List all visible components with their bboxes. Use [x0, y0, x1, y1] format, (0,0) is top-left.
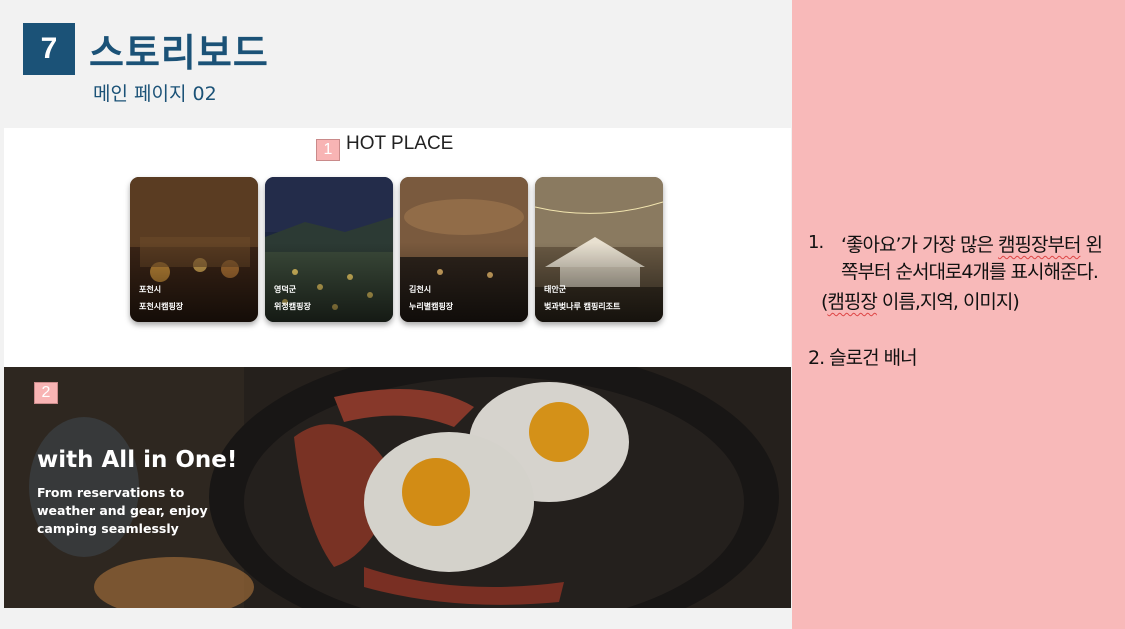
note-text-part: ‘좋아요’가 가장 많은	[841, 234, 999, 256]
camp-card[interactable]: 김천시 누리별캠핑장	[400, 177, 528, 322]
card-region: 영덕군	[274, 285, 297, 294]
note-item-1: 1. ‘좋아요’가 가장 많은 캠핑장부터 왼쪽부터 순서대로4개를 표시해준다…	[808, 232, 1118, 286]
page-title: 스토리보드	[89, 31, 269, 75]
marker-1: 1	[316, 139, 340, 161]
storyboard-content: 1 HOT PLACE 포천시 포천시캠핑장 영덕군 위정캠핑장 김천시 누리별…	[4, 128, 791, 608]
slide-number: 7	[23, 23, 75, 75]
card-region: 김천시	[409, 285, 432, 294]
card-region: 포천시	[139, 285, 162, 294]
page-subtitle: 메인 페이지 02	[93, 83, 217, 105]
slogan-title: with All in One!	[37, 447, 238, 473]
note-text-squiggle: 캠핑장부터	[998, 234, 1081, 256]
note-text-part: 이름,지역, 이미지)	[876, 291, 1020, 313]
marker-2: 2	[34, 382, 58, 404]
hot-place-cards: 포천시 포천시캠핑장 영덕군 위정캠핑장 김천시 누리별캠핑장 태안군 벚과벚나…	[130, 177, 663, 322]
hot-place-title: HOT PLACE	[346, 133, 454, 154]
slogan-text: From reservations to weather and gear, e…	[37, 485, 208, 536]
card-region: 태안군	[544, 285, 567, 294]
slogan-banner: 2 with All in One! From reservations to …	[4, 367, 791, 608]
card-name: 누리별캠핑장	[409, 302, 454, 311]
card-name: 포천시캠핑장	[139, 302, 184, 311]
camp-card[interactable]: 영덕군 위정캠핑장	[265, 177, 393, 322]
card-name: 위정캠핑장	[274, 302, 311, 311]
note-text: ‘좋아요’가 가장 많은 캠핑장부터 왼쪽부터 순서대로4개를 표시해준다.	[841, 232, 1116, 286]
notes-panel: 1. ‘좋아요’가 가장 많은 캠핑장부터 왼쪽부터 순서대로4개를 표시해준다…	[792, 0, 1125, 629]
camp-card[interactable]: 태안군 벚과벚나루 캠핑리조트	[535, 177, 663, 322]
camp-card[interactable]: 포천시 포천시캠핑장	[130, 177, 258, 322]
note-number: 1.	[808, 232, 824, 253]
note-item-2: 2. 슬로건 배너	[808, 347, 918, 369]
note-text-squiggle: 캠핑장	[827, 291, 877, 313]
card-name: 벚과벚나루 캠핑리조트	[544, 302, 621, 311]
notes-list: 1. ‘좋아요’가 가장 많은 캠핑장부터 왼쪽부터 순서대로4개를 표시해준다…	[808, 232, 1118, 370]
note-item-1-detail: (캠핑장 이름,지역, 이미지)	[808, 286, 1118, 318]
